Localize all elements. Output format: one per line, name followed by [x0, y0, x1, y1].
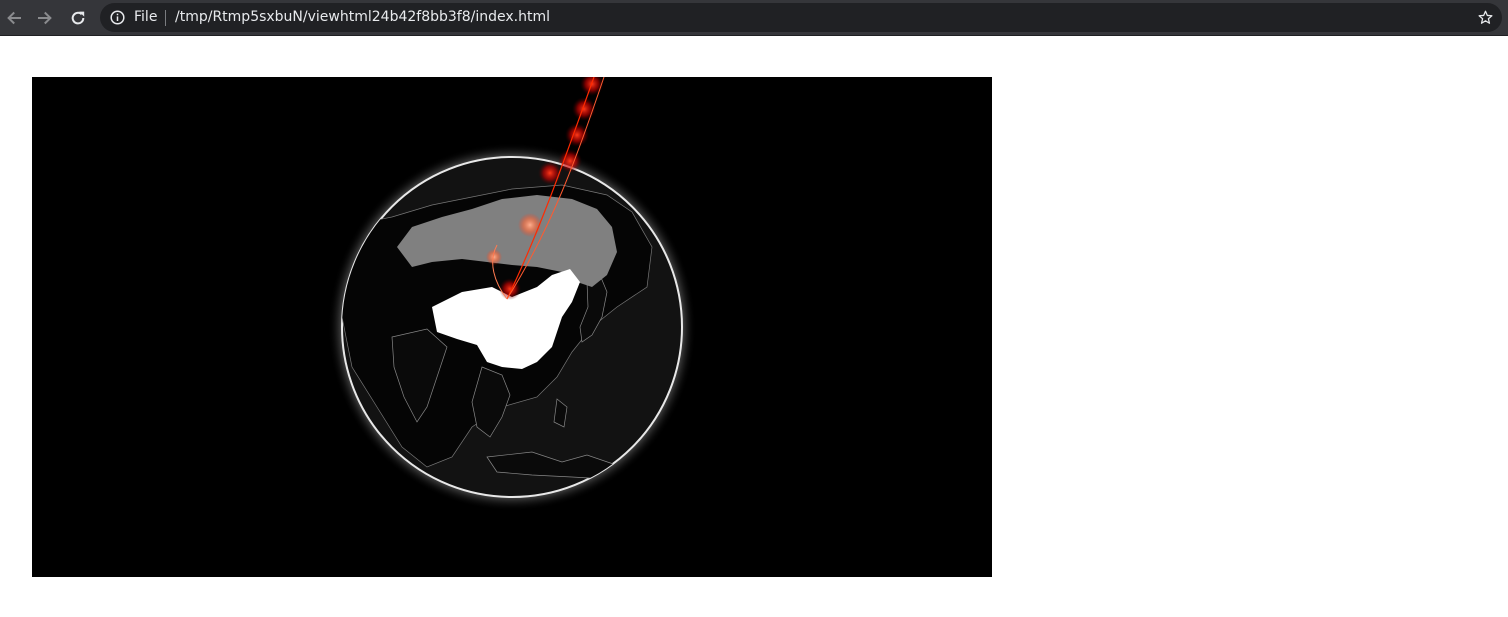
- australia-shape: [532, 505, 672, 557]
- star-icon[interactable]: [1477, 9, 1494, 26]
- arc-point: [565, 123, 589, 147]
- address-bar[interactable]: File /tmp/Rtmp5sxbuN/viewhtml24b42f8bb3f…: [100, 3, 1502, 32]
- reload-icon[interactable]: [66, 6, 90, 30]
- arc-point: [538, 161, 562, 185]
- arc-point: [572, 97, 596, 121]
- globe-widget[interactable]: [32, 77, 992, 577]
- page-viewport: [0, 37, 1508, 617]
- arrow-left-icon[interactable]: [2, 6, 26, 30]
- url-text[interactable]: /tmp/Rtmp5sxbuN/viewhtml24b42f8bb3f8/ind…: [175, 8, 550, 26]
- scheme-label: File: [134, 9, 158, 25]
- globe-canvas[interactable]: [32, 77, 992, 577]
- arc-point: [558, 149, 582, 173]
- browser-toolbar: File /tmp/Rtmp5sxbuN/viewhtml24b42f8bb3f…: [0, 0, 1508, 36]
- arc-point: [518, 213, 542, 237]
- omnibox-divider: [165, 10, 166, 26]
- arrow-right-icon[interactable]: [33, 6, 57, 30]
- info-circle-icon[interactable]: [110, 10, 125, 25]
